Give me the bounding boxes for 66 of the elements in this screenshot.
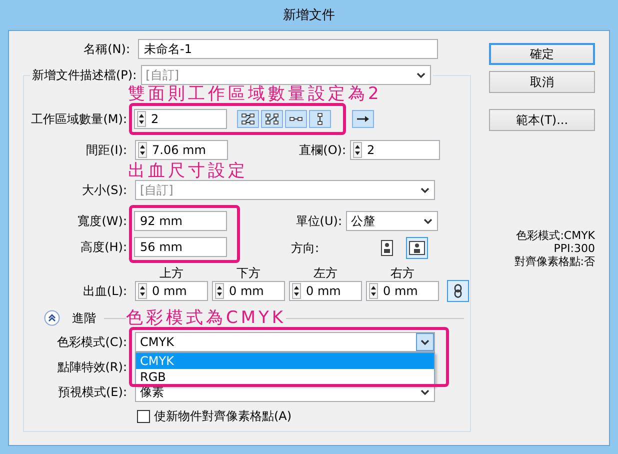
grid-n-arrow-icon xyxy=(265,113,279,125)
annotation-text: 出血尺寸設定 xyxy=(128,162,248,180)
field-label: 寬度(W): xyxy=(76,212,128,230)
window-title: 新增文件 xyxy=(283,7,335,24)
stepper-arrows-icon[interactable] xyxy=(137,111,146,127)
column-heading: 右方 xyxy=(390,264,416,282)
text-field[interactable]: 56 mm xyxy=(134,237,227,257)
chain-link-icon xyxy=(454,284,462,298)
field-label: 色彩模式(C): xyxy=(56,334,128,350)
layout-button[interactable] xyxy=(309,110,331,128)
number-field[interactable]: 2 xyxy=(350,140,440,160)
orientation-button[interactable] xyxy=(406,237,428,259)
checkbox-label: 使新物件對齊像素格點(A) xyxy=(154,408,292,425)
field-label: 工作區域數量(M): xyxy=(30,110,128,128)
layout-button[interactable] xyxy=(261,110,283,128)
annotation-text: 色彩模式為CMYK xyxy=(126,309,286,327)
text-field[interactable]: 92 mm xyxy=(134,211,227,231)
right-arrow-icon xyxy=(356,113,370,125)
stepper-arrows-icon[interactable] xyxy=(138,142,147,158)
number-field[interactable]: 2 xyxy=(134,109,227,129)
number-field[interactable]: 0 mm xyxy=(366,281,439,301)
layout-button[interactable] xyxy=(237,110,259,128)
layout-button[interactable] xyxy=(285,110,307,128)
column-heading: 上方 xyxy=(158,264,184,282)
double-chevron-up-icon[interactable] xyxy=(44,310,60,326)
field-label: 預視模式(E): xyxy=(57,384,128,400)
stepper-arrows-icon[interactable] xyxy=(369,283,378,299)
annotation-text: 雙面則工作區域數量設定為2 xyxy=(128,85,382,103)
stepper-arrows-icon[interactable] xyxy=(353,142,362,158)
column-heading: 左方 xyxy=(312,264,338,282)
units-dropdown[interactable]: 公釐 xyxy=(346,211,438,231)
stepper-arrows-icon[interactable] xyxy=(292,283,301,299)
field-label: 間距(I): xyxy=(85,142,128,158)
field-label: 方向: xyxy=(291,240,320,256)
stepper-arrows-icon[interactable] xyxy=(138,283,147,299)
landscape-icon xyxy=(409,241,425,255)
color-mode-dropdown[interactable]: CMYK xyxy=(135,332,435,352)
dialog-button[interactable]: 確定 xyxy=(489,43,595,65)
direction-button[interactable] xyxy=(352,110,374,128)
column-heading: 下方 xyxy=(236,264,262,282)
dropdown-option[interactable]: RGB xyxy=(136,369,434,385)
portrait-icon xyxy=(381,240,393,256)
summary-text: 色彩模式:CMYK xyxy=(516,229,595,242)
section-label: 進階 xyxy=(72,310,96,326)
number-field[interactable]: 7.06 mm xyxy=(135,140,228,160)
checkbox[interactable] xyxy=(137,410,150,423)
group-label: 新增文件描述檔(P): xyxy=(32,66,137,84)
summary-text: 對齊像素格點:否 xyxy=(514,255,595,268)
summary-text: PPI:300 xyxy=(554,242,595,255)
number-field[interactable]: 0 mm xyxy=(289,281,362,301)
chevron-down-icon[interactable] xyxy=(416,333,434,351)
field-label: 高度(H): xyxy=(80,238,128,256)
dialog-button[interactable]: 範本(T)... xyxy=(489,109,595,131)
number-field[interactable]: 0 mm xyxy=(212,281,285,301)
field-label: 單位(U): xyxy=(294,212,343,230)
stepper-arrows-icon[interactable] xyxy=(215,283,224,299)
text-field[interactable]: 未命名-1 xyxy=(138,39,438,59)
grid-z-arrow-icon xyxy=(241,113,255,125)
field-label: 大小(S): xyxy=(80,182,128,198)
field-label: 出血(L): xyxy=(82,282,128,300)
field-label: 點陣特效(R): xyxy=(56,358,128,376)
number-field[interactable]: 0 mm xyxy=(135,281,208,301)
link-button[interactable] xyxy=(447,280,469,302)
field-label: 名稱(N): xyxy=(82,40,131,58)
dialog-button[interactable]: 取消 xyxy=(489,71,595,93)
field-label: 直欄(O): xyxy=(298,142,347,158)
